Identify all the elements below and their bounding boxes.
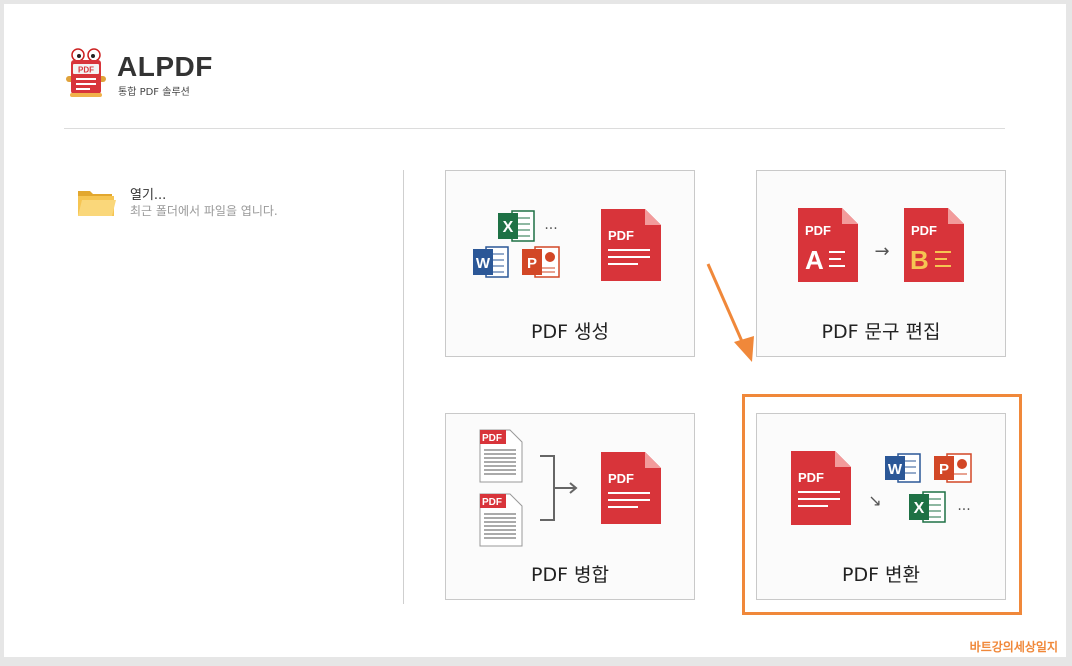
tile-pdf-merge[interactable]: PDF PDF PDF PDF 병합 <box>445 413 695 600</box>
annotation-arrow-icon <box>706 263 754 362</box>
pdf-file-icon: PDF <box>479 493 523 547</box>
svg-text:...: ... <box>544 217 557 233</box>
pdf-document-icon: PDF <box>601 209 661 281</box>
open-description: 최근 폴더에서 파일을 엽니다. <box>130 204 278 218</box>
svg-text:X: X <box>503 219 514 236</box>
svg-text:A: A <box>805 245 824 275</box>
svg-text:PDF: PDF <box>608 228 634 243</box>
pdf-b-icon: PDF B <box>904 208 964 282</box>
tile-label: PDF 생성 <box>530 321 610 343</box>
pdf-merge-icon: PDF PDF PDF <box>479 429 661 547</box>
open-title: 열기... <box>130 188 167 203</box>
tile-pdf-text-edit[interactable]: PDF A → PDF B PDF 문구 편집 <box>756 170 1006 357</box>
svg-text:PDF: PDF <box>911 223 937 238</box>
pdf-create-icon: X ... W P PDF <box>473 209 661 281</box>
powerpoint-icon: P <box>522 246 560 278</box>
tile-label: PDF 병합 <box>530 564 610 586</box>
highlight-box <box>742 394 1022 615</box>
app-title: ALPDF <box>117 51 213 82</box>
watermark: 바트강의세상일지 <box>969 640 1058 654</box>
word-icon: W <box>473 246 509 278</box>
svg-text:W: W <box>476 255 491 272</box>
tile-label: PDF 문구 편집 <box>821 321 941 343</box>
folder-icon <box>78 191 116 216</box>
pdf-document-icon: PDF <box>601 452 661 524</box>
svg-text:PDF: PDF <box>805 223 831 238</box>
excel-icon: X <box>498 210 535 242</box>
svg-text:PDF: PDF <box>482 497 502 508</box>
alpdf-mascot-icon: PDF <box>66 48 106 97</box>
panel-divider <box>403 170 404 604</box>
svg-text:B: B <box>910 245 929 275</box>
tile-pdf-create[interactable]: X ... W P PDF PDF 생성 <box>445 170 695 357</box>
pdf-edit-icon: PDF A → PDF B <box>798 208 964 282</box>
svg-text:P: P <box>527 255 537 272</box>
svg-text:PDF: PDF <box>608 471 634 486</box>
svg-text:→: → <box>874 241 889 262</box>
svg-text:PDF: PDF <box>78 66 94 75</box>
pdf-file-icon: PDF <box>479 429 523 483</box>
app-subtitle: 통합 PDF 솔루션 <box>118 87 190 98</box>
svg-text:PDF: PDF <box>482 433 502 444</box>
pdf-a-icon: PDF A <box>798 208 858 282</box>
header-divider <box>64 128 1005 129</box>
